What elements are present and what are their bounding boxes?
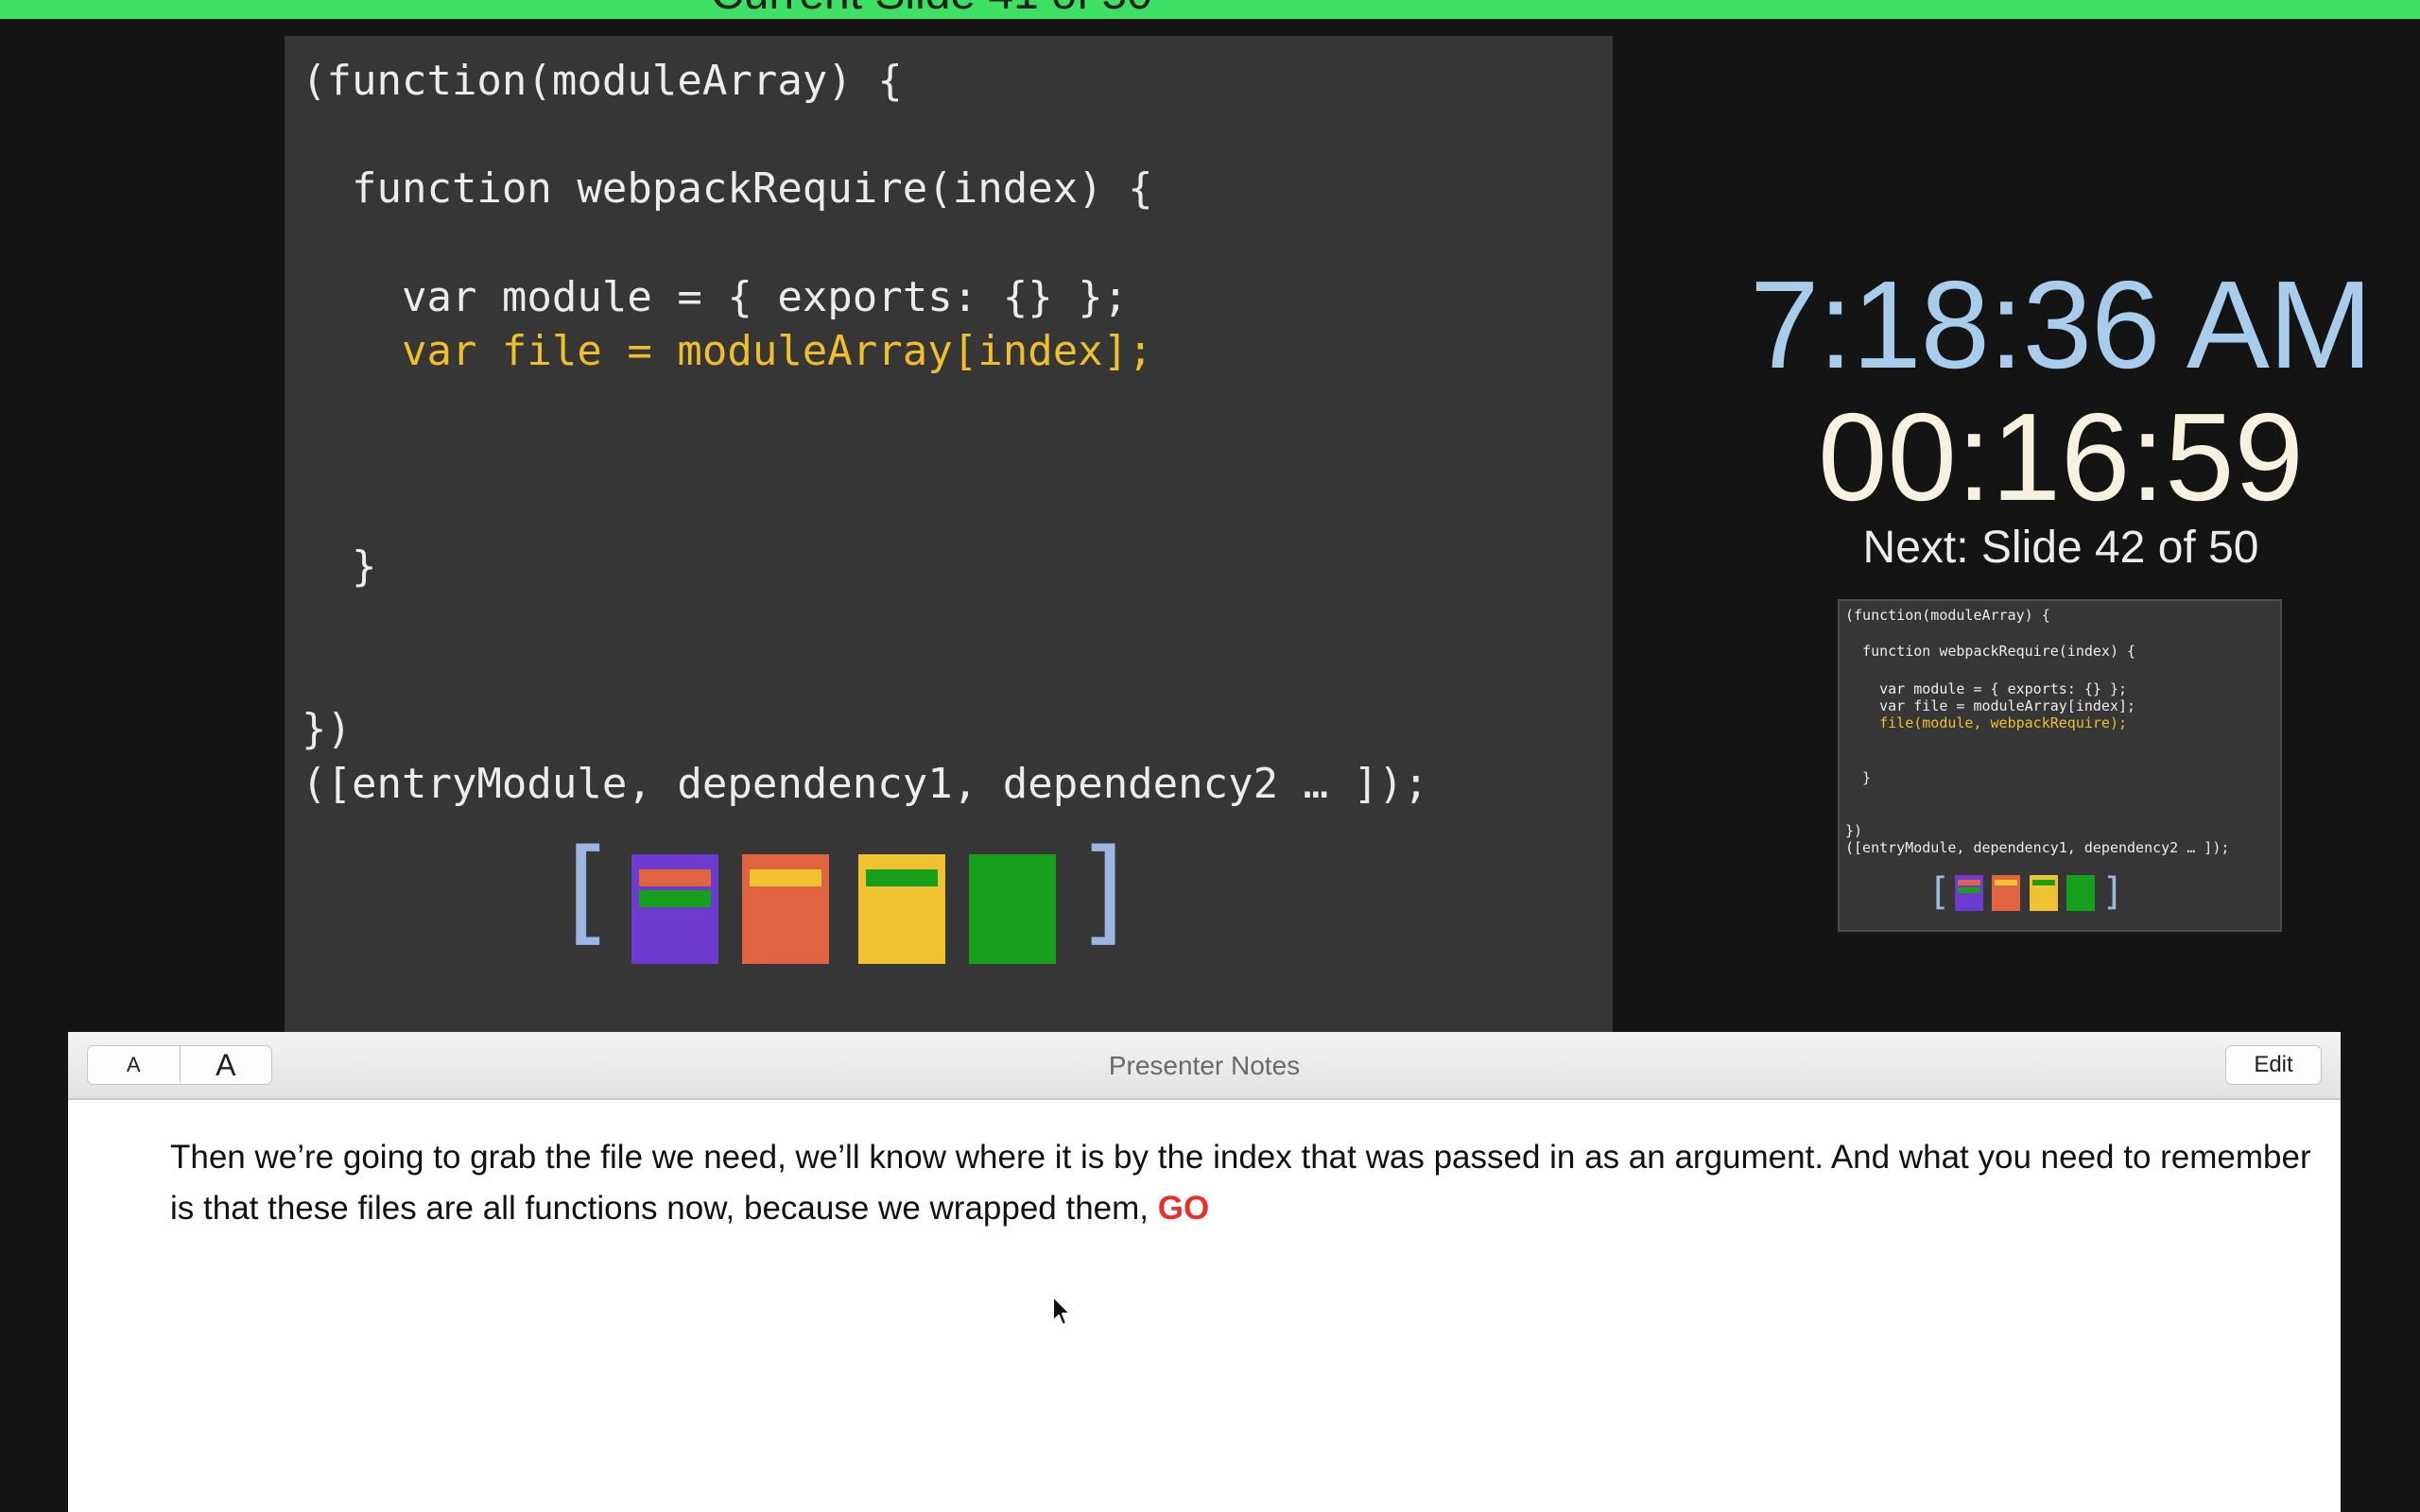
code-line-highlighted: var file = moduleArray[index]; xyxy=(302,327,1153,375)
module-block-dependency1 xyxy=(742,854,829,964)
code-line: function webpackRequire(index) { xyxy=(302,164,1153,213)
module-block-dependency2 xyxy=(858,854,945,964)
thumb-code-line: var module = { exports: {} }; xyxy=(1845,680,2128,697)
increase-font-button[interactable]: A xyxy=(179,1046,272,1084)
current-slide-header: Current Slide 41 of 50 xyxy=(0,0,2420,19)
mouse-pointer-icon xyxy=(1052,1296,1071,1326)
thumb-code-line: }) xyxy=(1845,822,1863,839)
thumb-code-line: function webpackRequire(index) { xyxy=(1845,643,2136,660)
code-line: ([entryModule, dependency1, dependency2 … xyxy=(302,760,1429,808)
notes-text: Then we’re going to grab the file we nee… xyxy=(170,1139,2311,1227)
thumb-module-block xyxy=(2066,875,2095,911)
next-slide-thumbnail: (function(moduleArray) { function webpac… xyxy=(1838,599,2282,932)
edit-notes-button[interactable]: Edit xyxy=(2225,1045,2322,1085)
code-line: var module = { exports: {} }; xyxy=(302,273,1129,321)
thumb-code-line: ([entryModule, dependency1, dependency2 … xyxy=(1845,839,2230,856)
next-slide-label: Next: Slide 42 of 50 xyxy=(1862,523,2259,573)
bracket-open-icon: [ xyxy=(1933,870,1948,914)
thumb-code-line: (function(moduleArray) { xyxy=(1845,607,2050,624)
current-slide-title: Current Slide 41 of 50 xyxy=(711,0,1152,19)
code-line: }) xyxy=(302,705,352,753)
font-size-control: A A xyxy=(87,1045,272,1085)
presenter-notes-title: Presenter Notes xyxy=(1108,1051,1301,1080)
bracket-open-icon: [ xyxy=(566,826,611,957)
thumb-module-block xyxy=(1955,875,1983,911)
slide-code-block: (function(moduleArray) { function webpac… xyxy=(285,36,1613,1032)
notes-cue: GO xyxy=(1157,1190,1210,1227)
presenter-notes-header: Presenter Notes A A Edit xyxy=(68,1032,2341,1100)
thumb-code-line: } xyxy=(1845,769,1872,786)
current-slide: (function(moduleArray) { function webpac… xyxy=(285,36,1613,1032)
elapsed-timer[interactable]: 00:16:59 xyxy=(1702,386,2420,528)
thumb-module-block xyxy=(2030,875,2058,911)
presenter-notes-panel: Presenter Notes A A Edit Then we’re goin… xyxy=(68,1032,2341,1512)
module-block-entry xyxy=(631,854,718,964)
thumb-module-block xyxy=(1992,875,2020,911)
code-line: } xyxy=(302,542,377,591)
bracket-close-icon: ] xyxy=(2104,870,2119,914)
code-line: (function(moduleArray) { xyxy=(302,57,903,105)
bracket-close-icon: ] xyxy=(1080,826,1125,957)
thumb-code-line: var file = moduleArray[index]; xyxy=(1845,697,2136,714)
module-block-dependency3 xyxy=(969,854,1056,964)
decrease-font-button[interactable]: A xyxy=(88,1046,180,1084)
thumb-code-line-highlighted: file(module, webpackRequire); xyxy=(1845,714,2128,731)
current-time-clock: 7:18:36 AM xyxy=(1750,255,2373,394)
presenter-notes-text[interactable]: Then we’re going to grab the file we nee… xyxy=(170,1132,2325,1234)
